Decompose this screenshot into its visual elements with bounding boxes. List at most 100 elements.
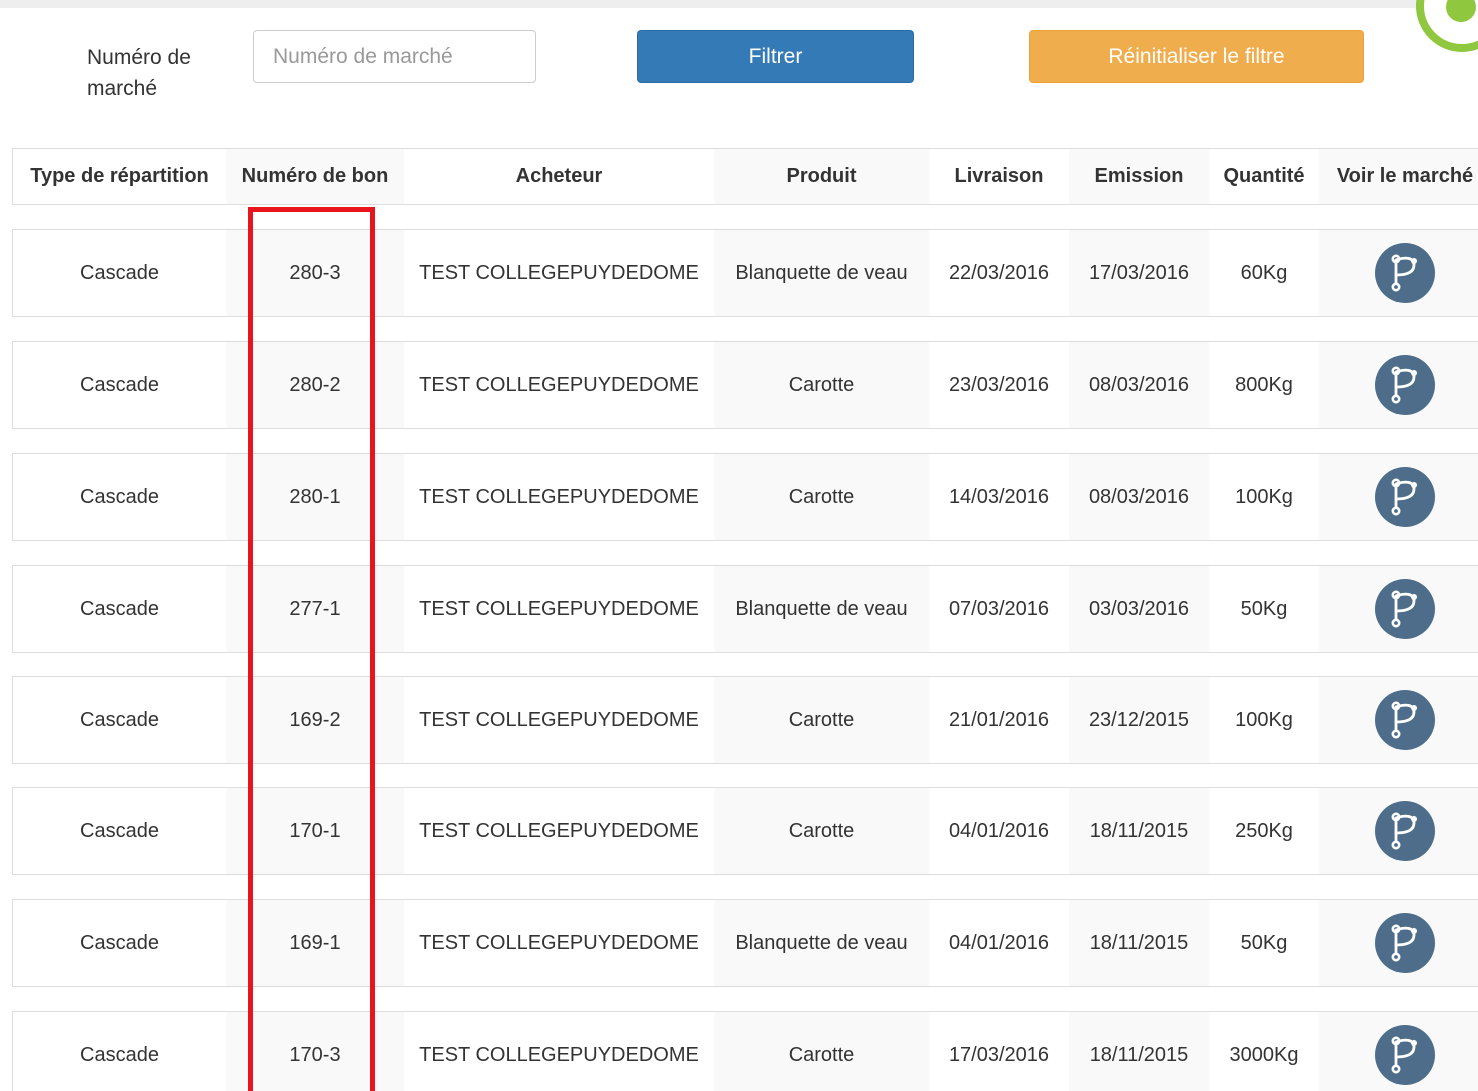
cell-voir	[1319, 454, 1478, 540]
branch-icon	[1391, 701, 1417, 739]
cell-acheteur: TEST COLLEGEPUYDEDOME	[419, 373, 699, 396]
logo-dot	[1446, 0, 1476, 22]
market-number-input[interactable]	[253, 30, 536, 83]
cell-voir	[1319, 900, 1478, 986]
cell-bon: 280-3	[226, 230, 404, 316]
cell-emission: 17/03/2016	[1069, 230, 1209, 316]
page: Numéro de marché Filtrer Réinitialiser l…	[0, 0, 1478, 1091]
column-header-voir: Voir le marché	[1319, 149, 1478, 204]
filter-label: Numéro de marché	[87, 46, 191, 100]
cell-livraison: 04/01/2016	[948, 931, 1050, 954]
column-header-type: Type de répartition	[30, 165, 209, 187]
cell-quantite: 60Kg	[1240, 261, 1288, 284]
branch-icon	[1391, 254, 1417, 292]
cell-acheteur: TEST COLLEGEPUYDEDOME	[419, 708, 699, 731]
cell-acheteur: TEST COLLEGEPUYDEDOME	[419, 931, 699, 954]
cell-livraison: 23/03/2016	[948, 373, 1050, 396]
top-strip	[0, 0, 1478, 8]
cell-livraison: 22/03/2016	[948, 261, 1050, 284]
cell-acheteur: TEST COLLEGEPUYDEDOME	[419, 261, 699, 284]
cell-quantite: 800Kg	[1235, 373, 1293, 396]
cell-emission: 18/11/2015	[1069, 900, 1209, 986]
cell-acheteur: TEST COLLEGEPUYDEDOME	[419, 597, 699, 620]
cell-bon: 170-1	[226, 788, 404, 874]
branch-icon	[1391, 1036, 1417, 1074]
cell-type: Cascade	[80, 373, 159, 396]
cell-produit: Carotte	[714, 342, 929, 428]
cell-bon: 169-2	[226, 677, 404, 763]
cell-voir	[1319, 342, 1478, 428]
cell-bon: 280-2	[226, 342, 404, 428]
view-market-button[interactable]	[1375, 355, 1435, 415]
cell-produit: Blanquette de veau	[714, 230, 929, 316]
cell-quantite: 50Kg	[1240, 597, 1288, 620]
cell-type: Cascade	[80, 931, 159, 954]
column-header-livraison: Livraison	[954, 165, 1044, 187]
cell-emission: 18/11/2015	[1069, 788, 1209, 874]
cell-emission: 08/03/2016	[1069, 342, 1209, 428]
table-row: Cascade 170-3 TEST COLLEGEPUYDEDOME Carotte…	[12, 1011, 1478, 1091]
cell-voir	[1319, 788, 1478, 874]
view-market-button[interactable]	[1375, 243, 1435, 303]
cell-bon: 170-3	[226, 1012, 404, 1091]
branch-icon	[1391, 924, 1417, 962]
cell-voir	[1319, 677, 1478, 763]
view-market-button[interactable]	[1375, 801, 1435, 861]
filter-button[interactable]: Filtrer	[637, 30, 914, 83]
logo	[1416, 0, 1478, 52]
cell-emission: 08/03/2016	[1069, 454, 1209, 540]
column-header-produit: Produit	[714, 149, 929, 204]
cell-produit: Blanquette de veau	[714, 566, 929, 652]
cell-voir	[1319, 566, 1478, 652]
table-row: Cascade 280-1 TEST COLLEGEPUYDEDOME Carotte…	[12, 453, 1478, 541]
table-row: Cascade 169-2 TEST COLLEGEPUYDEDOME Carotte…	[12, 676, 1478, 764]
column-header-bon: Numéro de bon	[226, 149, 404, 204]
cell-livraison: 04/01/2016	[948, 819, 1050, 842]
branch-icon	[1391, 366, 1417, 404]
table-row: Cascade 169-1 TEST COLLEGEPUYDEDOME Blanque…	[12, 899, 1478, 987]
view-market-button[interactable]	[1375, 913, 1435, 973]
view-market-button[interactable]	[1375, 1025, 1435, 1085]
cell-livraison: 14/03/2016	[948, 485, 1050, 508]
cell-type: Cascade	[80, 597, 159, 620]
cell-emission: 03/03/2016	[1069, 566, 1209, 652]
cell-voir	[1319, 230, 1478, 316]
column-header-emission: Emission	[1069, 149, 1209, 204]
column-header-acheteur: Acheteur	[515, 165, 603, 187]
cell-livraison: 17/03/2016	[948, 1043, 1050, 1066]
cell-bon: 277-1	[226, 566, 404, 652]
cell-produit: Carotte	[714, 788, 929, 874]
table-row: Cascade 277-1 TEST COLLEGEPUYDEDOME Blanque…	[12, 565, 1478, 653]
cell-type: Cascade	[80, 485, 159, 508]
cell-quantite: 250Kg	[1235, 819, 1293, 842]
cell-emission: 18/11/2015	[1069, 1012, 1209, 1091]
cell-type: Cascade	[80, 819, 159, 842]
cell-acheteur: TEST COLLEGEPUYDEDOME	[419, 485, 699, 508]
table-row: Cascade 280-2 TEST COLLEGEPUYDEDOME Carotte…	[12, 341, 1478, 429]
cell-type: Cascade	[80, 708, 159, 731]
cell-produit: Carotte	[714, 677, 929, 763]
view-market-button[interactable]	[1375, 690, 1435, 750]
cell-quantite: 100Kg	[1235, 485, 1293, 508]
cell-produit: Blanquette de veau	[714, 900, 929, 986]
table-row: Cascade 170-1 TEST COLLEGEPUYDEDOME Carotte…	[12, 787, 1478, 875]
cell-quantite: 3000Kg	[1229, 1043, 1299, 1066]
cell-emission: 23/12/2015	[1069, 677, 1209, 763]
cell-quantite: 100Kg	[1235, 708, 1293, 731]
column-header-quantite: Quantité	[1223, 165, 1305, 187]
view-market-button[interactable]	[1375, 579, 1435, 639]
reset-filter-button[interactable]: Réinitialiser le filtre	[1029, 30, 1364, 83]
cell-quantite: 50Kg	[1240, 931, 1288, 954]
cell-acheteur: TEST COLLEGEPUYDEDOME	[419, 819, 699, 842]
cell-type: Cascade	[80, 1043, 159, 1066]
view-market-button[interactable]	[1375, 467, 1435, 527]
cell-acheteur: TEST COLLEGEPUYDEDOME	[419, 1043, 699, 1066]
cell-livraison: 21/01/2016	[948, 708, 1050, 731]
cell-produit: Carotte	[714, 1012, 929, 1091]
branch-icon	[1391, 478, 1417, 516]
branch-icon	[1391, 590, 1417, 628]
cell-produit: Carotte	[714, 454, 929, 540]
cell-livraison: 07/03/2016	[948, 597, 1050, 620]
cell-type: Cascade	[80, 261, 159, 284]
branch-icon	[1391, 812, 1417, 850]
